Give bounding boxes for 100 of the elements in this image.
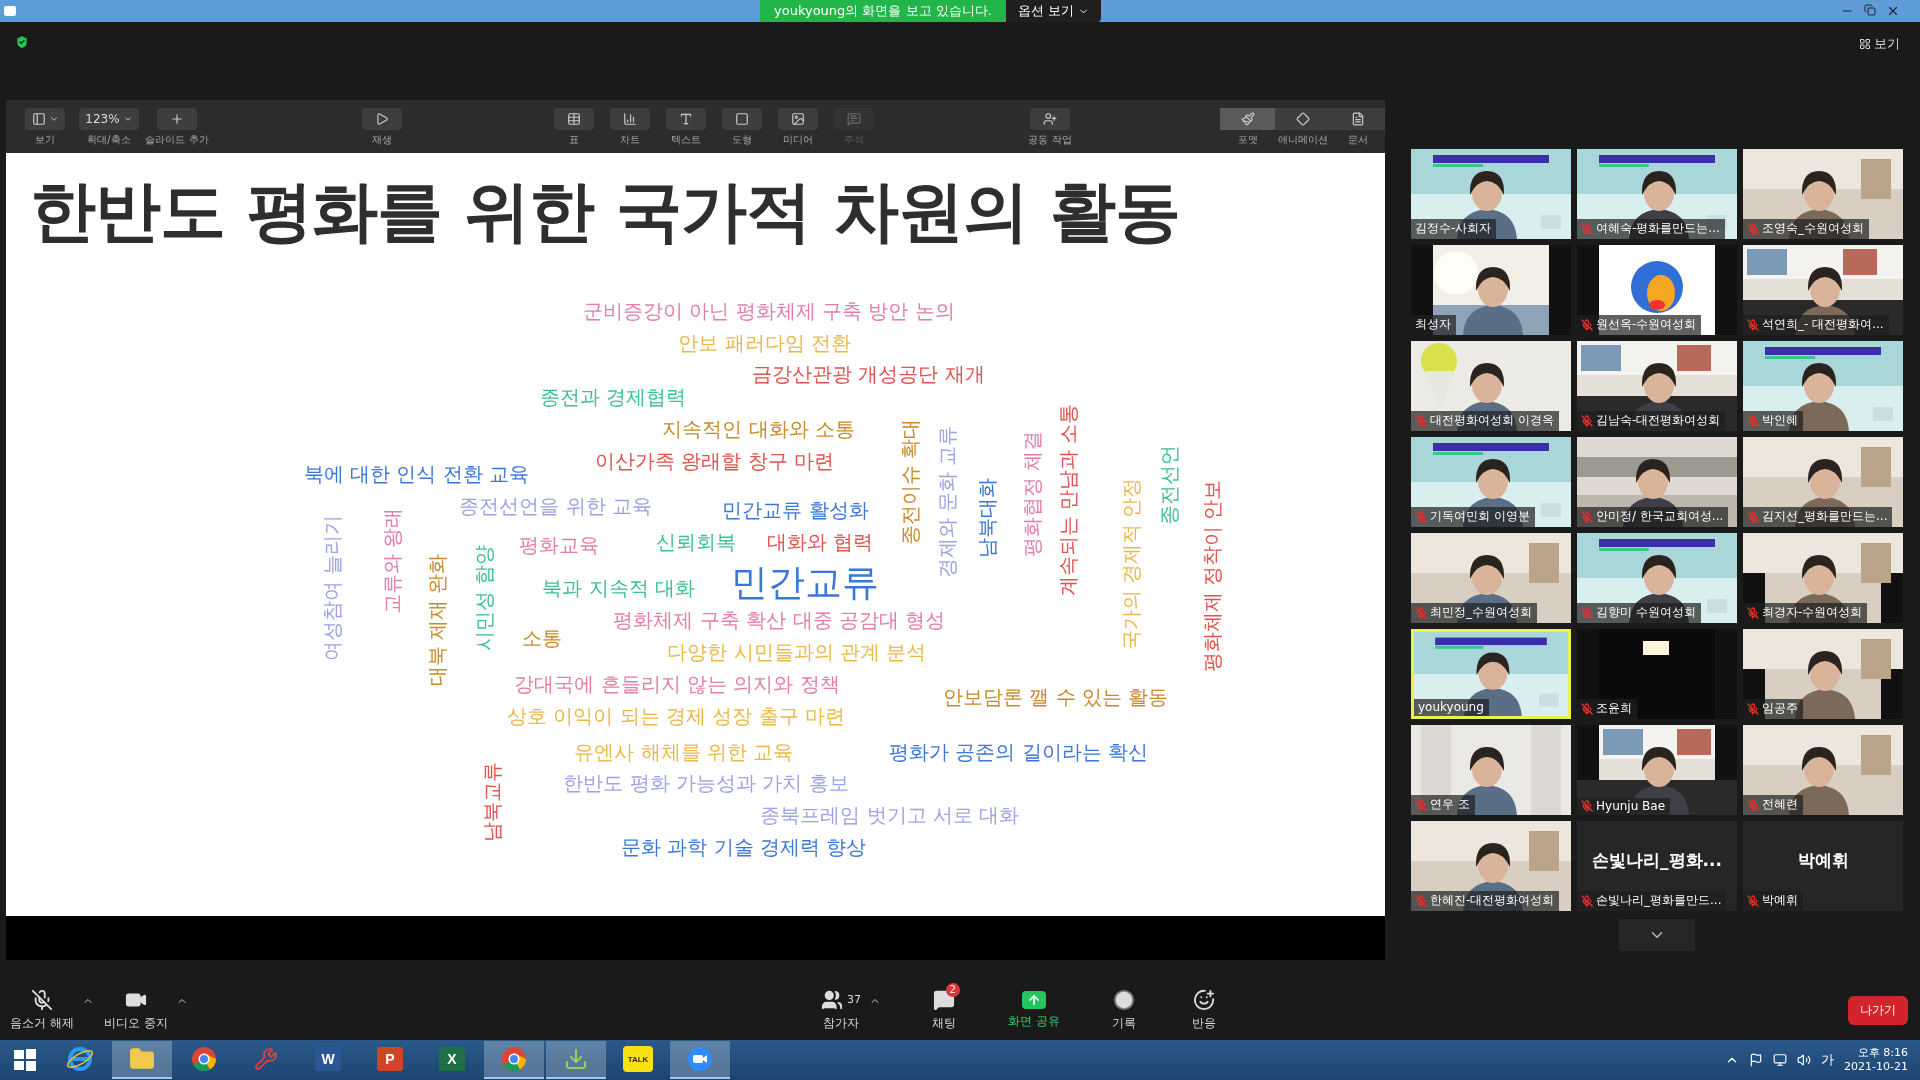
play-button[interactable] [362, 108, 402, 130]
cloud-word: 종전과 경제협력 [540, 385, 687, 409]
view-options-button[interactable]: 옵션 보기 [1005, 0, 1101, 22]
caret-icon [122, 114, 133, 124]
volume-icon[interactable] [1797, 1053, 1812, 1067]
chart-icon [623, 112, 637, 126]
add-slide-button[interactable] [157, 108, 197, 130]
leave-button[interactable]: 나가기 [1848, 995, 1908, 1025]
cloud-word: 문화 과학 기술 경제력 향상 [620, 835, 867, 859]
grid-icon [1859, 38, 1871, 50]
participant-name: 최성자 [1411, 315, 1456, 335]
taskbar-app[interactable] [546, 1041, 606, 1079]
cloud-word: 국가의 경제적 안정 [1119, 477, 1143, 651]
clock-date: 2021-10-21 [1844, 1060, 1908, 1074]
participant-name: 기독여민회 이영분 [1411, 507, 1535, 527]
zoom-dropdown[interactable]: 123% [79, 108, 139, 130]
participants-icon [821, 988, 843, 1011]
shield-icon[interactable] [14, 34, 30, 50]
muted-mic-icon [1415, 510, 1427, 523]
video-camera-icon [686, 1045, 714, 1073]
shape-button[interactable] [722, 108, 762, 130]
participant-name: youkyoung [1414, 699, 1489, 716]
input-method[interactable]: 가 [1821, 1051, 1835, 1069]
cloud-word: 강대국에 흔들리지 않는 의지와 정책 [514, 672, 840, 696]
cloud-word: 유엔사 해체를 위한 교육 [574, 740, 794, 764]
play-icon [375, 112, 389, 126]
text-button[interactable] [666, 108, 706, 130]
close-icon[interactable] [1886, 4, 1900, 18]
toolbar-label: 포맷 [1237, 133, 1258, 147]
cloud-word: 대북 제재 완화 [425, 553, 449, 687]
network-icon[interactable] [1773, 1053, 1788, 1067]
record-button[interactable]: 기록 [1108, 982, 1140, 1032]
stop-video-button[interactable]: 비디오 중지 [100, 982, 172, 1032]
cloud-word: 종전선언 [1157, 445, 1181, 526]
toolbar-label: 애니메이션 [1277, 133, 1328, 147]
cloud-word: 북과 지속적 대화 [542, 576, 696, 600]
chart-button[interactable] [610, 108, 650, 130]
view-icon [31, 112, 46, 126]
toolbar-label: 재생 [372, 133, 392, 147]
restore-icon[interactable] [1864, 4, 1876, 16]
cloud-word: 계속되는 만남과 소통 [1056, 403, 1080, 597]
powerpoint-icon: P [377, 1047, 403, 1071]
reactions-button[interactable]: 반응 [1188, 982, 1220, 1032]
shape-icon [735, 112, 749, 126]
taskbar-app[interactable]: W [298, 1041, 358, 1079]
taskbar-app[interactable]: P [360, 1041, 420, 1079]
muted-mic-icon [1581, 894, 1593, 907]
cloud-word: 평화체제 구축 확산 대중 공감대 형성 [613, 608, 946, 632]
toolbar-label: 차트 [620, 133, 640, 147]
cloud-word: 남북대화 [975, 478, 999, 559]
participants-button[interactable]: 37 참가자 [817, 982, 865, 1032]
comment-icon [847, 112, 861, 126]
unread-badge: 2 [945, 982, 960, 997]
format-icon [1240, 112, 1255, 126]
participant-name: 손빛나리_평화를만드... [1577, 891, 1727, 911]
table-button[interactable] [554, 108, 594, 130]
participant-name: 석연희_- 대전평화여... [1743, 315, 1889, 335]
muted-mic-icon [1747, 894, 1759, 907]
muted-mic-icon [1747, 414, 1759, 427]
taskbar-app[interactable] [112, 1041, 172, 1079]
cloud-word: 이산가족 왕래할 창구 마련 [595, 449, 835, 473]
taskbar-app[interactable]: TALK [608, 1041, 668, 1079]
share-screen-icon [1022, 990, 1046, 1009]
muted-mic-icon [1747, 702, 1759, 715]
document-icon [1350, 112, 1365, 126]
muted-mic-icon [1581, 222, 1593, 235]
inspector-tab[interactable] [1220, 108, 1275, 130]
muted-mic-icon [1747, 798, 1759, 811]
media-button[interactable] [778, 108, 818, 130]
participant-count: 37 [847, 993, 861, 1006]
participant-name: 최경자-수원여성회 [1743, 603, 1868, 623]
flag-icon[interactable] [1749, 1053, 1764, 1067]
muted-mic-icon [1581, 318, 1593, 331]
cloud-word: 다양한 시민들과의 관계 분석 [667, 640, 927, 664]
cloud-word: 교류와 왕래 [380, 508, 404, 615]
share-screen-button[interactable]: 화면 공유 [1004, 984, 1064, 1030]
cloud-word: 안보담론 깰 수 있는 활동 [942, 685, 1169, 709]
toolbar-label: 문서 [1347, 133, 1368, 147]
cloud-word: 평화체제 정착이 안보 [1200, 479, 1224, 673]
inspector-tab[interactable] [1330, 108, 1385, 130]
muted-mic-icon [1581, 414, 1593, 427]
inspector-tab[interactable] [1275, 108, 1330, 130]
chat-button[interactable]: 2 채팅 [928, 982, 960, 1032]
unmute-button[interactable]: 음소거 해제 [6, 982, 78, 1032]
toolbar-label: 미디어 [783, 133, 813, 147]
cloud-word: 민간교류 활성화 [722, 498, 869, 522]
muted-mic-icon [1415, 414, 1427, 427]
cloud-word: 평화교육 [519, 533, 600, 557]
view-button[interactable]: 보기 [1853, 34, 1906, 54]
muted-mic-icon [1747, 318, 1759, 331]
collaborate-button[interactable] [1030, 108, 1070, 130]
taskbar-app[interactable] [484, 1041, 544, 1079]
taskbar-app[interactable]: X [422, 1041, 482, 1079]
participant-name: 전혜련 [1743, 795, 1803, 815]
participant-name: 임공주 [1743, 699, 1803, 719]
muted-mic-icon [1747, 510, 1759, 523]
participant-name: 김정수-사회자 [1411, 219, 1497, 239]
view-button[interactable] [25, 108, 65, 130]
cloud-word: 북에 대한 인식 전환 교육 [303, 462, 530, 486]
taskbar-app[interactable] [670, 1041, 730, 1079]
